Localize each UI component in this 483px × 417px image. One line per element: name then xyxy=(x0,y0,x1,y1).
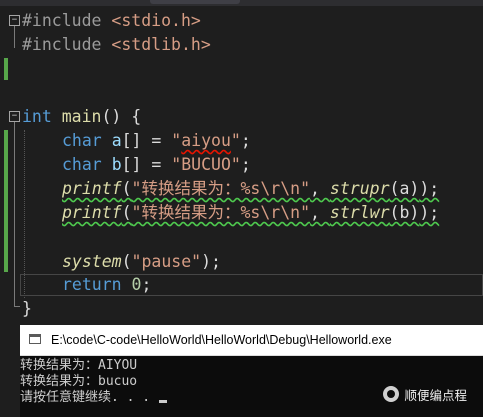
console-title: E:\code\C-code\HelloWorld\HelloWorld\Deb… xyxy=(51,333,392,347)
console-window-icon xyxy=(29,334,41,344)
function-call: strupr xyxy=(329,179,390,198)
string-quote: " xyxy=(230,131,241,150)
code-line-3[interactable]: int main() { xyxy=(22,106,141,128)
header-name: <stdlib.h> xyxy=(111,35,211,54)
outline-line xyxy=(14,122,15,307)
code-line-6[interactable]: printf("转换结果为：%s\r\n", strupr(a)); xyxy=(62,178,439,200)
punctuation: () { xyxy=(101,107,142,126)
collapse-toggle[interactable]: − xyxy=(9,111,20,122)
function-call: printf xyxy=(62,179,122,198)
punctuation: ; xyxy=(141,275,152,294)
number-literal: 0 xyxy=(131,275,142,294)
punctuation: , xyxy=(310,179,330,198)
keyword: return xyxy=(62,275,122,294)
code-line-2[interactable]: #include <stdlib.h> xyxy=(22,34,211,56)
console-line: 转换结果为：bucuo xyxy=(20,374,138,389)
punctuation: ); xyxy=(419,179,440,198)
punctuation: ( xyxy=(121,179,132,198)
string-literal: "转换结果为：%s\r\n" xyxy=(131,203,311,222)
punctuation: [] = xyxy=(121,155,172,174)
console-line: 转换结果为：AIYOU xyxy=(20,358,138,373)
watermark: 顺便编点程 xyxy=(383,384,467,404)
keyword: char xyxy=(62,155,102,174)
string-literal: "BUCUO" xyxy=(171,155,241,174)
code-line-4[interactable]: char a[] = "aiyou"; xyxy=(62,130,251,152)
change-indicator xyxy=(4,58,8,80)
collapse-toggle[interactable]: − xyxy=(9,15,20,26)
string-quote: " xyxy=(171,131,182,150)
document-tab[interactable] xyxy=(150,0,240,4)
string-literal: aiyou xyxy=(181,131,231,150)
console-prompt-text: 请按任意键继续. . . xyxy=(20,390,158,405)
function-call: strlwr xyxy=(329,203,390,222)
punctuation: , xyxy=(310,203,330,222)
console-title-bar[interactable]: E:\code\C-code\HelloWorld\HelloWorld\Deb… xyxy=(20,325,483,356)
variable: a xyxy=(111,131,122,150)
punctuation: [] = xyxy=(121,131,172,150)
keyword: char xyxy=(62,131,102,150)
console-line: 请按任意键继续. . . xyxy=(20,390,167,406)
keyword: int xyxy=(22,107,52,126)
variable: b xyxy=(111,155,122,174)
function-name: main xyxy=(61,107,102,126)
punctuation: ); xyxy=(201,252,221,271)
punctuation: ; xyxy=(240,131,251,150)
closing-brace: } xyxy=(22,299,32,318)
header-name: <stdio.h> xyxy=(111,11,201,30)
watermark-text: 顺便编点程 xyxy=(404,387,467,403)
preprocessor: #include xyxy=(22,35,102,54)
outline-line xyxy=(14,26,15,48)
tab-strip xyxy=(0,0,483,6)
code-line-8[interactable]: system("pause"); xyxy=(62,251,221,273)
code-line-1[interactable]: #include <stdio.h> xyxy=(22,10,201,32)
string-literal: "pause" xyxy=(131,252,202,271)
code-editor[interactable]: − − #include <stdio.h> #include <stdlib.… xyxy=(0,0,483,325)
editor-gutter xyxy=(0,325,20,417)
function-call: system xyxy=(62,252,122,271)
outline-line xyxy=(14,306,20,307)
function-call: printf xyxy=(62,203,122,222)
wechat-logo-icon xyxy=(383,386,400,402)
code-line-7[interactable]: printf("转换结果为：%s\r\n", strlwr(b)); xyxy=(62,202,439,224)
text-cursor xyxy=(158,400,167,403)
string-literal: "转换结果为：%s\r\n" xyxy=(131,179,311,198)
punctuation: ; xyxy=(240,155,251,174)
change-indicator xyxy=(4,130,8,272)
punctuation: ( xyxy=(121,203,132,222)
code-line-5[interactable]: char b[] = "BUCUO"; xyxy=(62,154,251,176)
preprocessor: #include xyxy=(22,11,102,30)
argument: (a) xyxy=(389,179,420,198)
argument: (b) xyxy=(389,203,420,222)
code-line-10[interactable]: } xyxy=(22,298,32,320)
code-line-9[interactable]: return 0; xyxy=(62,274,151,296)
punctuation: ( xyxy=(121,252,132,271)
indent-guide xyxy=(24,130,25,298)
punctuation: ); xyxy=(419,203,440,222)
